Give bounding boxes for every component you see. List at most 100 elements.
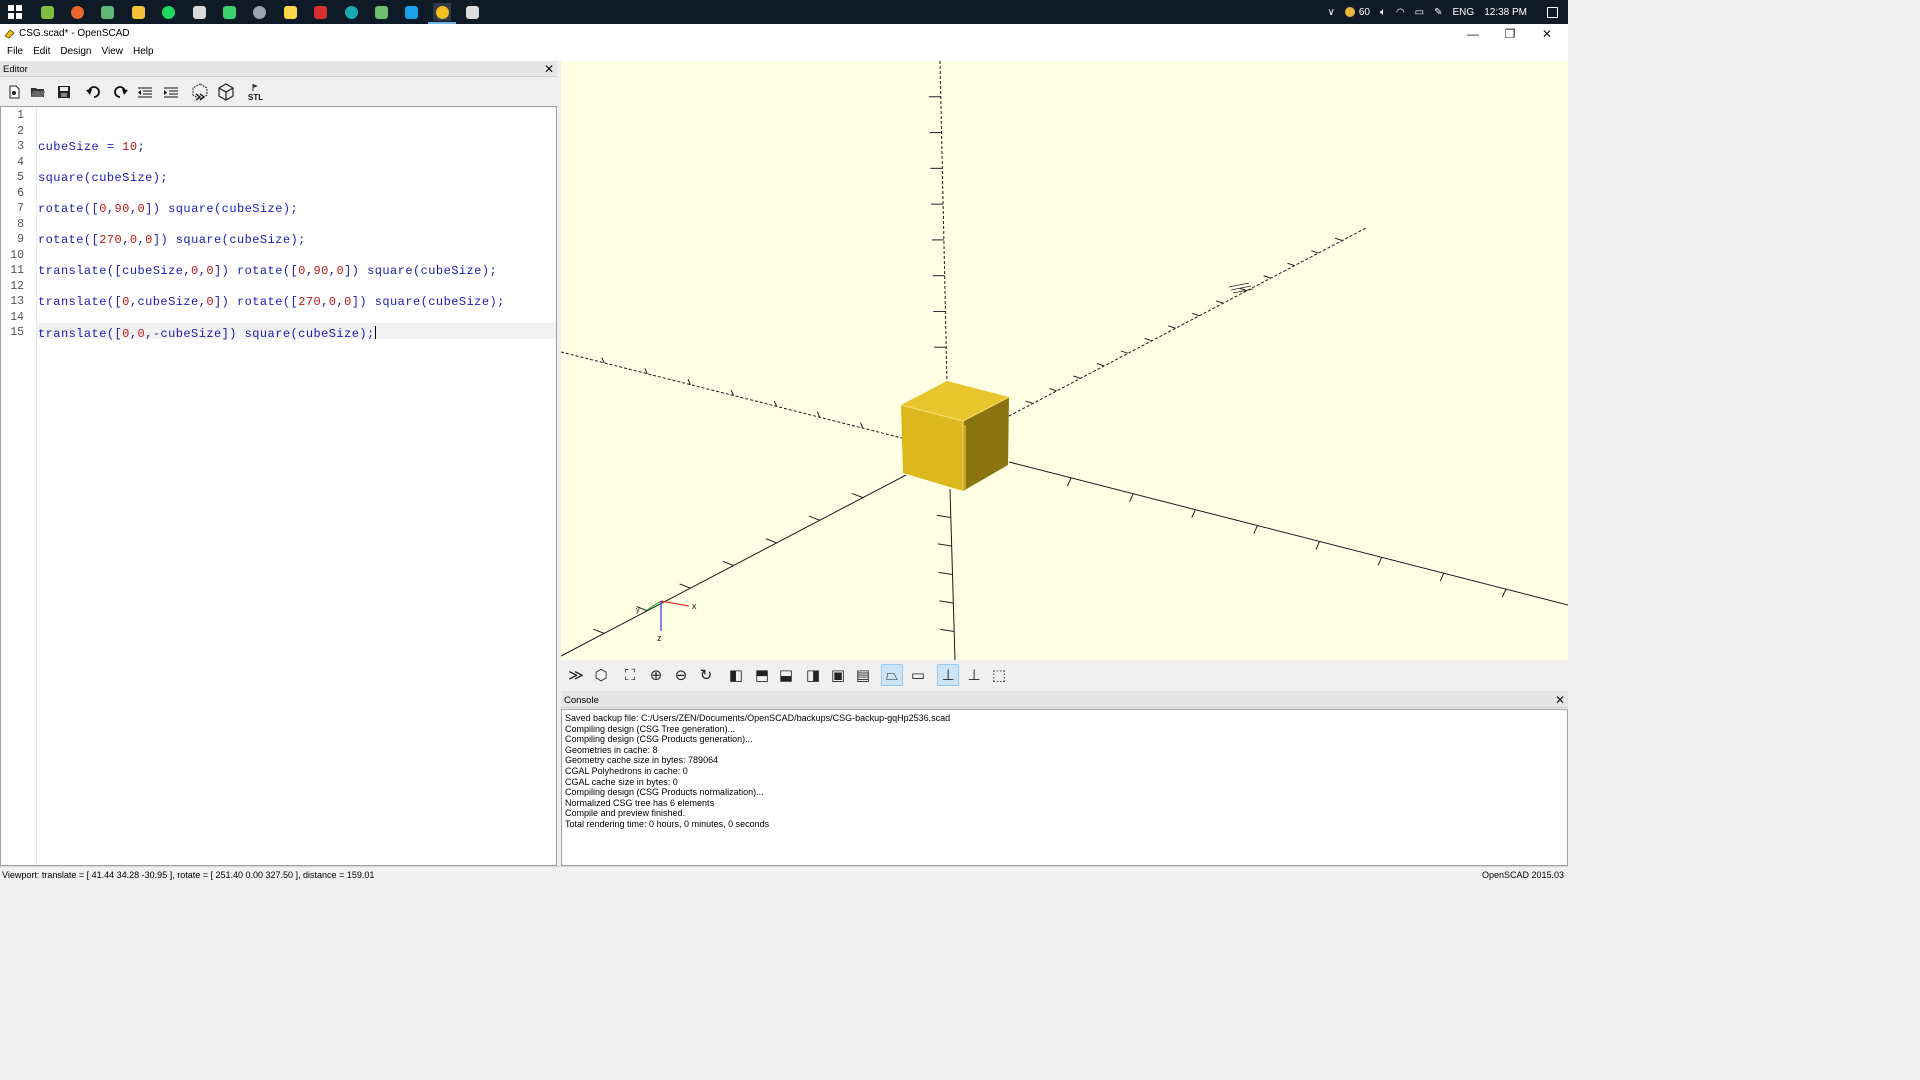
y-axis-tick (722, 560, 734, 566)
chrome-icon[interactable] (464, 3, 482, 21)
x-axis-tick (1129, 493, 1134, 503)
y-axis-tick (679, 583, 691, 589)
language-indicator[interactable]: ENG (1453, 7, 1475, 18)
save-icon[interactable] (54, 83, 74, 101)
editor-toolbar: STL (0, 78, 557, 106)
y-axis-tick (1144, 337, 1152, 342)
view-left-icon[interactable]: ◨ (802, 664, 824, 686)
spotify-icon[interactable] (160, 3, 178, 21)
view-top-icon[interactable]: ⬒ (751, 664, 773, 686)
y-axis-tick (1049, 388, 1057, 392)
console-line: Saved backup file: C:/Users/ZEN/Document… (565, 713, 951, 723)
code-line[interactable]: translate([0,cubeSize,0]) rotate([270,0,… (38, 295, 505, 309)
3d-viewport[interactable]: x y z (561, 61, 1568, 660)
power-icon[interactable]: ▭ (1415, 7, 1424, 18)
orthogonal-icon[interactable]: ▭ (907, 664, 929, 686)
line-number: 12 (10, 279, 24, 293)
window-title: CSG.scad* - OpenSCAD (19, 28, 130, 39)
reset-view-icon[interactable]: ↻ (695, 664, 717, 686)
android-studio-icon[interactable] (38, 3, 56, 21)
new-file-icon[interactable] (4, 83, 24, 101)
redo-icon[interactable] (110, 83, 130, 101)
perspective-icon[interactable]: ⏢ (881, 664, 903, 686)
action-center-icon[interactable] (1547, 6, 1558, 18)
menu-help[interactable]: Help (128, 44, 159, 61)
menu-design[interactable]: Design (55, 44, 96, 61)
media-icon[interactable] (251, 3, 269, 21)
code-line[interactable]: cubeSize = 10; (38, 140, 145, 154)
clock[interactable]: 12:38 PM (1484, 7, 1527, 18)
undo-icon[interactable] (84, 83, 104, 101)
console-line: Compile and preview finished. (565, 808, 686, 819)
pen-icon[interactable]: ✎ (1434, 7, 1442, 18)
skype-icon[interactable] (403, 3, 421, 21)
globe-icon[interactable] (372, 3, 390, 21)
code-line[interactable]: translate([0,0,-cubeSize]) square(cubeSi… (38, 326, 376, 341)
code-line[interactable]: rotate([270,0,0]) square(cubeSize); (38, 233, 306, 247)
close-console-button[interactable]: ✕ (1554, 694, 1566, 706)
firefox-icon[interactable] (68, 3, 86, 21)
battery-icon[interactable] (1344, 7, 1355, 17)
volume-icon[interactable]: 🔈︎ (1380, 7, 1386, 18)
mini-axis-x-label: x (692, 601, 697, 611)
code-line[interactable]: translate([cubeSize,0,0]) rotate([0,90,0… (38, 264, 497, 278)
export-stl-icon[interactable]: STL (246, 83, 268, 101)
open-file-icon[interactable] (28, 83, 48, 101)
indent-icon[interactable] (161, 83, 181, 101)
pdf-icon[interactable] (312, 3, 330, 21)
arduino-icon[interactable] (342, 3, 360, 21)
line-number-gutter: 1 2 3 4 5 6 7 8 9 10 11 12 13 14 15 (1, 107, 37, 865)
code-editor[interactable]: 1 2 3 4 5 6 7 8 9 10 11 12 13 14 15 cubeSize = 10; squa… (0, 106, 557, 866)
openscad-icon (4, 29, 15, 39)
view-bottom-icon[interactable]: ⬓ (775, 664, 797, 686)
line-number: 2 (17, 124, 24, 138)
minimize-button[interactable]: — (1456, 24, 1490, 44)
preview-icon[interactable] (190, 83, 210, 101)
menu-edit[interactable]: Edit (28, 44, 55, 61)
line-number: 14 (10, 310, 24, 324)
render-icon[interactable]: ⬡ (590, 664, 612, 686)
send-icon[interactable] (220, 3, 238, 21)
code-line[interactable]: square(cubeSize); (38, 171, 168, 185)
git-icon[interactable] (190, 3, 208, 21)
view-back-icon[interactable]: ▤ (852, 664, 874, 686)
mini-axis-y-label: y (636, 607, 640, 614)
y-axis-tick (1168, 325, 1176, 329)
render-icon[interactable] (216, 83, 236, 101)
zoom-out-icon[interactable]: ⊖ (670, 664, 692, 686)
view-right-icon[interactable]: ◧ (725, 664, 747, 686)
x-axis-tick (860, 422, 864, 429)
text-caret (374, 326, 376, 339)
show-axes-icon[interactable]: ⊥ (937, 664, 959, 686)
sticky-notes-icon[interactable] (281, 3, 299, 21)
console-output[interactable]: Saved backup file: C:/Users/ZEN/Document… (561, 709, 1568, 866)
viewport-canvas[interactable]: x y z (561, 61, 1568, 660)
cube-model[interactable] (900, 381, 1010, 491)
chevron-up-icon[interactable]: ∨ (1327, 7, 1334, 18)
show-edges-icon[interactable]: ⬚ (988, 664, 1010, 686)
status-bar: Viewport: translate = [ 41.44 34.28 -30.… (0, 866, 1568, 882)
close-editor-button[interactable]: ✕ (543, 63, 555, 75)
z-axis-tick (940, 628, 955, 632)
y-axis-tick (851, 492, 864, 499)
menu-file[interactable]: File (2, 44, 28, 61)
close-window-button[interactable]: ✕ (1530, 24, 1564, 44)
view-all-icon[interactable]: ⛶ (619, 664, 641, 686)
line-number: 8 (17, 217, 24, 231)
view-front-icon[interactable]: ▣ (827, 664, 849, 686)
maximize-button[interactable]: ❐ (1493, 24, 1527, 44)
openscad-icon[interactable] (428, 3, 457, 24)
browser-icon[interactable] (99, 3, 117, 21)
windows-taskbar: ∨ 60 🔈︎ ◠ ▭ ✎ ENG 12:38 PM (0, 0, 1568, 24)
unindent-icon[interactable] (135, 83, 155, 101)
file-explorer-icon[interactable] (129, 3, 147, 21)
y-axis-tick (1025, 400, 1033, 404)
wifi-icon[interactable]: ◠ (1396, 7, 1405, 18)
zoom-in-icon[interactable]: ⊕ (645, 664, 667, 686)
code-line[interactable]: rotate([0,90,0]) square(cubeSize); (38, 202, 298, 216)
y-axis-tick (1215, 300, 1224, 304)
show-scale-markers-icon[interactable]: ⊥ (963, 664, 985, 686)
preview-icon[interactable]: ≫ (565, 664, 587, 686)
menu-view[interactable]: View (97, 44, 129, 61)
windows-start-icon[interactable] (8, 5, 22, 19)
